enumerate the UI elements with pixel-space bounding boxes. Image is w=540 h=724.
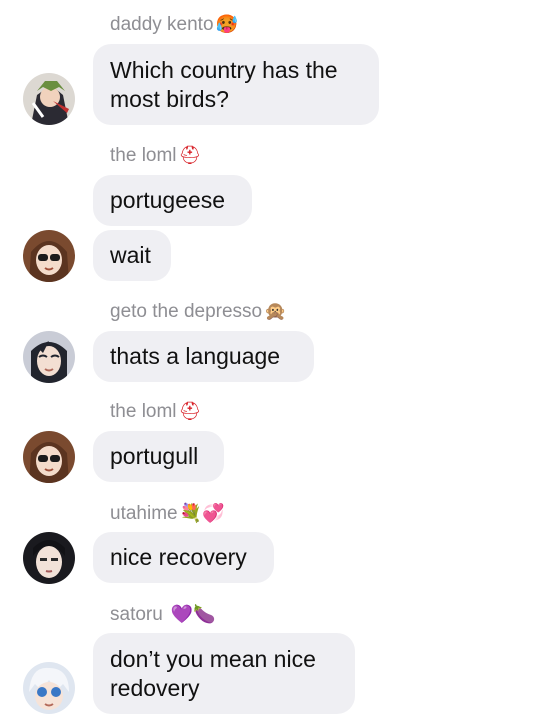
avatar-loml[interactable] [23, 431, 75, 483]
sender-name: geto the depresso 🙊 [110, 301, 287, 322]
sender-name: utahime 💐💞 [110, 503, 225, 524]
avatar-geto[interactable] [23, 331, 75, 383]
message-bubble[interactable]: Which country has the most birds? [93, 44, 379, 125]
message-text: don’t you mean nice redovery [110, 645, 316, 701]
avatar-loml[interactable] [23, 230, 75, 282]
monkey-emoji: 🙊 [264, 301, 287, 322]
avatar-satoru[interactable] [23, 662, 75, 714]
sender-name: daddy kento 🥵 [110, 14, 238, 35]
message-text: portugull [110, 443, 199, 469]
message-text: wait [110, 242, 151, 268]
message-bubble[interactable]: thats a language [93, 331, 314, 382]
chat-thread: daddy kento 🥵 Which country has the most … [0, 0, 540, 724]
rescue-helmet-emoji: ⛑ [178, 145, 202, 166]
hot-face-emoji: 🥵 [215, 14, 238, 35]
sender-name: the loml ⛑ [110, 401, 202, 422]
rescue-helmet-emoji: ⛑ [178, 401, 202, 422]
message-text: nice recovery [110, 544, 247, 570]
avatar-utahime[interactable] [23, 532, 75, 584]
message-text: Which country has the most birds? [110, 56, 338, 112]
message-bubble[interactable]: wait [93, 230, 171, 281]
message-bubble[interactable]: portugeese [93, 175, 252, 226]
message-text: thats a language [110, 343, 281, 369]
sender-name: satoru 💜🍆 [110, 604, 216, 625]
message-bubble[interactable]: portugull [93, 431, 224, 482]
message-text: portugeese [110, 187, 226, 213]
message-bubble[interactable]: nice recovery [93, 532, 274, 583]
avatar-kento[interactable] [23, 73, 75, 125]
bouquet-heart-emoji: 💐💞 [179, 503, 225, 524]
message-bubble[interactable]: don’t you mean nice redovery [93, 633, 355, 714]
sender-name: the loml ⛑ [110, 145, 202, 166]
purple-heart-eggplant-emoji: 💜🍆 [170, 604, 216, 625]
